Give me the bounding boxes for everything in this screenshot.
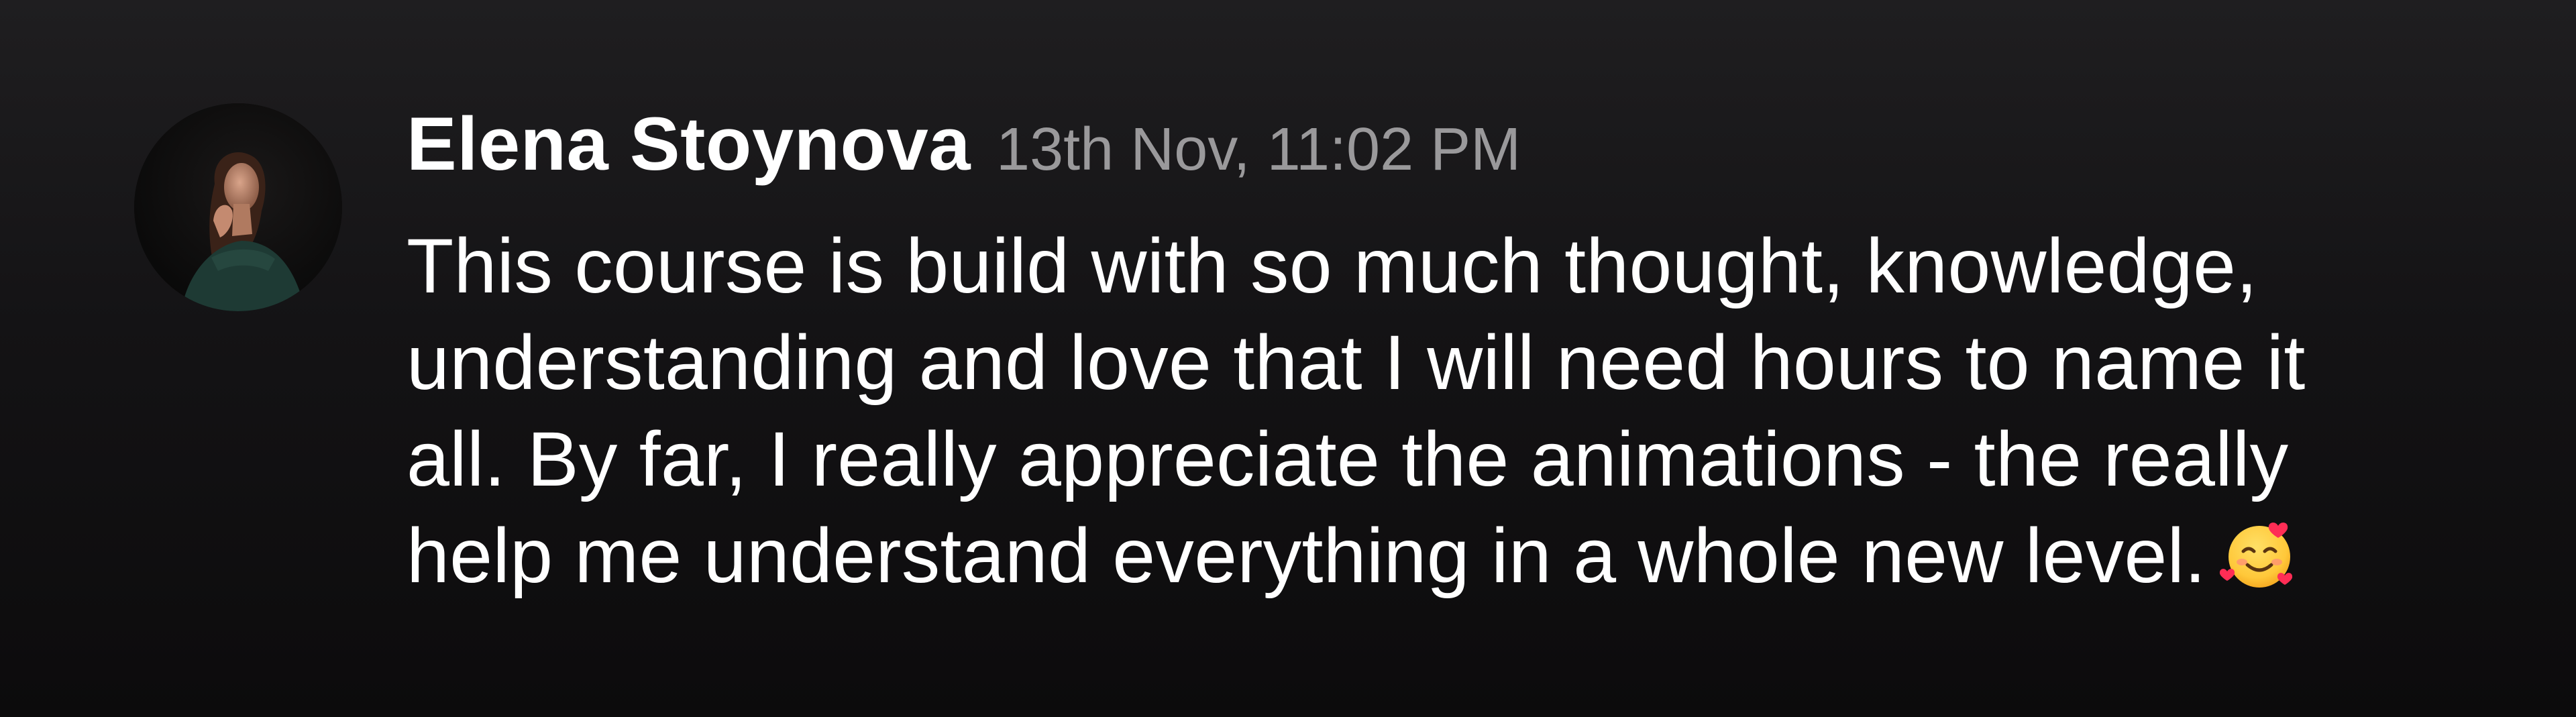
smiling-face-with-hearts-icon (2219, 514, 2300, 594)
avatar[interactable] (134, 103, 342, 311)
message-card: Elena Stoynova 13th Nov, 11:02 PM This c… (0, 0, 2576, 717)
message-line: all. By far, I really appreciate the ani… (407, 417, 2289, 502)
message-header: Elena Stoynova 13th Nov, 11:02 PM (407, 101, 1521, 188)
message-timestamp: 13th Nov, 11:02 PM (996, 116, 1521, 183)
message-line-text: help me understand everything in a whole… (407, 513, 2206, 599)
author-name[interactable]: Elena Stoynova (407, 101, 971, 188)
message-line: understanding and love that I will need … (407, 320, 2306, 406)
avatar-photo (134, 103, 342, 311)
message-line-last: help me understand everything in a whole… (407, 508, 2419, 604)
message-body: This course is build with so much though… (407, 218, 2419, 604)
message-line: This course is build with so much though… (407, 223, 2258, 309)
